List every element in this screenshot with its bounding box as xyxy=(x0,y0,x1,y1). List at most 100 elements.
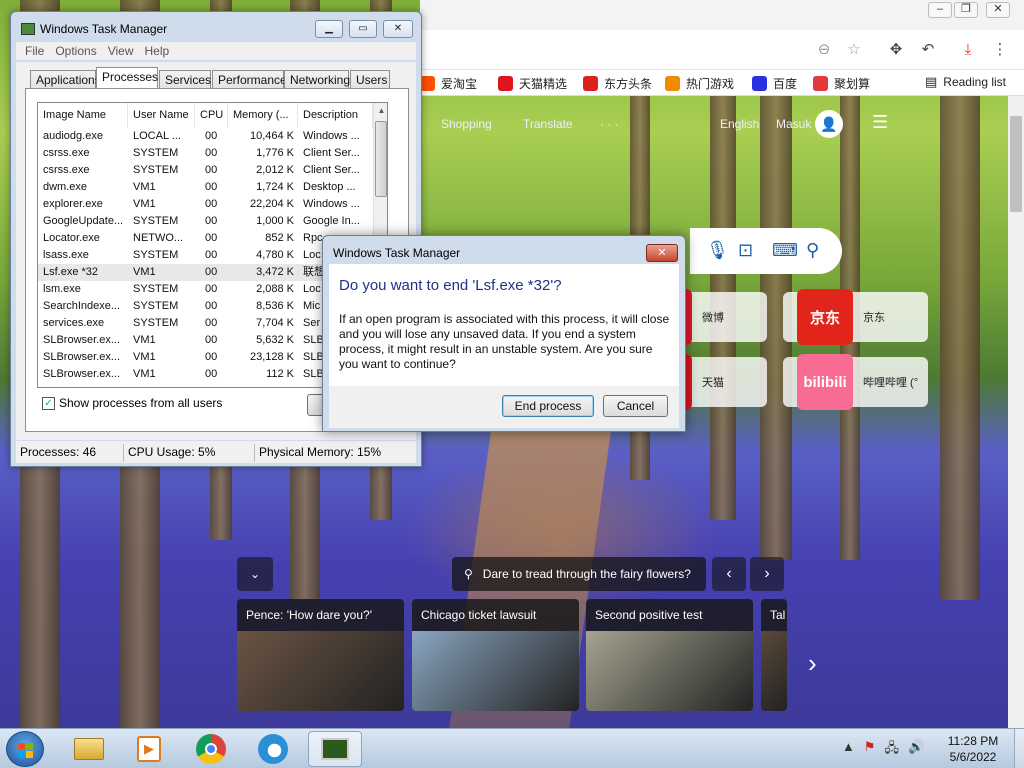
column-header[interactable]: CPU xyxy=(195,103,228,128)
taskbar-edge[interactable] xyxy=(246,731,300,767)
favorite-label: 天猫精选 xyxy=(519,76,568,91)
column-header[interactable]: User Name xyxy=(128,103,195,128)
column-header[interactable]: Memory (... xyxy=(228,103,298,128)
user-name[interactable]: Masuk xyxy=(776,117,811,131)
extensions-icon[interactable]: ✥ xyxy=(886,40,906,60)
tab-applications[interactable]: Applications xyxy=(30,70,101,88)
maximize-button[interactable]: ❐ xyxy=(954,2,978,18)
favorite-link[interactable]: 热门游戏 xyxy=(665,74,734,92)
system-tray: ▲ ⚑ 🖧 🔊 xyxy=(842,739,924,761)
search-icon[interactable]: ⚲ xyxy=(806,240,819,261)
hero-prev-button[interactable]: ‹ xyxy=(712,557,746,591)
column-header[interactable]: Description xyxy=(298,103,373,128)
zoom-icon[interactable]: ⊖ xyxy=(814,40,834,60)
menu-item-help[interactable]: Help xyxy=(145,42,177,60)
news-next-icon[interactable]: › xyxy=(808,648,817,679)
table-scrollbar-thumb[interactable] xyxy=(375,121,387,197)
collapse-feed-button[interactable]: ⌄ xyxy=(237,557,273,591)
show-desktop-button[interactable] xyxy=(1014,729,1024,768)
menu-item-view[interactable]: View xyxy=(108,42,141,60)
browser-scrollbar-thumb[interactable] xyxy=(1010,116,1022,212)
favorite-star-icon[interactable]: ☆ xyxy=(844,40,864,60)
table-cell: services.exe xyxy=(43,317,105,329)
ie-icon xyxy=(258,734,288,764)
start-button[interactable] xyxy=(6,731,44,767)
table-cell: SLBrowser.ex... xyxy=(43,334,121,346)
hamburger-menu-icon[interactable]: ☰ xyxy=(872,112,888,133)
table-row[interactable]: explorer.exe VM1 00 22,204 K Windows ... xyxy=(38,196,373,213)
nav-shopping[interactable]: Shopping xyxy=(441,117,492,131)
undo-icon[interactable]: ↶ xyxy=(918,40,938,60)
tm-close-button[interactable]: ✕ xyxy=(383,20,413,38)
table-row[interactable]: dwm.exe VM1 00 1,724 K Desktop ... xyxy=(38,179,373,196)
hero-caption[interactable]: ⚲ Dare to tread through the fairy flower… xyxy=(452,557,706,591)
news-title: Tal xyxy=(761,599,787,631)
news-card[interactable]: Second positive test xyxy=(586,599,753,711)
favorite-link[interactable]: 爱淘宝 xyxy=(420,74,477,92)
table-cell: 8,536 K xyxy=(256,300,294,312)
dialog-close-button[interactable]: ✕ xyxy=(646,244,678,262)
tab-networking[interactable]: Networking xyxy=(284,70,350,88)
taskbar-chrome[interactable] xyxy=(184,731,238,767)
table-cell: SLBrowser.ex... xyxy=(43,368,121,380)
reading-list-button[interactable]: ▤ Reading list xyxy=(925,74,1006,90)
tab-processes[interactable]: Processes xyxy=(96,67,158,89)
show-all-users-label: Show processes from all users xyxy=(59,396,223,410)
tab-users[interactable]: Users xyxy=(350,70,390,88)
hero-next-button[interactable]: › xyxy=(750,557,784,591)
quick-link-tile[interactable]: 京东 京东 xyxy=(783,289,928,345)
news-card[interactable]: Pence: 'How dare you?' xyxy=(237,599,404,711)
tab-services[interactable]: Services xyxy=(159,70,211,88)
taskbar-media-player[interactable]: ▶ xyxy=(122,731,176,767)
table-row[interactable]: csrss.exe SYSTEM 00 1,776 K Client Ser... xyxy=(38,145,373,162)
show-all-users-checkbox[interactable]: ✓ Show processes from all users xyxy=(42,396,222,410)
media-player-icon: ▶ xyxy=(137,736,161,762)
tm-minimize-button[interactable]: ▁ xyxy=(315,20,343,38)
favorite-link[interactable]: 百度 xyxy=(752,74,797,92)
minimize-button[interactable]: – xyxy=(928,2,952,18)
status-cpu: CPU Usage: 5% xyxy=(123,444,254,462)
cancel-button[interactable]: Cancel xyxy=(603,395,668,417)
favorite-link[interactable]: 天猫精选 xyxy=(498,74,567,92)
taskbar-explorer[interactable] xyxy=(62,731,116,767)
tray-expand-icon[interactable]: ▲ xyxy=(842,739,855,761)
favorite-link[interactable]: 东方头条 xyxy=(583,74,652,92)
clock-date: 5/6/2022 xyxy=(949,750,997,764)
language-link[interactable]: English xyxy=(720,117,759,131)
table-row[interactable]: csrss.exe SYSTEM 00 2,012 K Client Ser... xyxy=(38,162,373,179)
table-row[interactable]: audiodg.exe LOCAL ... 00 10,464 K Windows ..… xyxy=(38,128,373,145)
news-card[interactable]: Chicago ticket lawsuit xyxy=(412,599,579,711)
quick-link-tile[interactable]: bilibili 哔哩哔哩 (° xyxy=(783,354,928,410)
column-header[interactable]: Image Name xyxy=(38,103,128,128)
nav-more[interactable]: · · · xyxy=(600,117,619,131)
avatar[interactable]: 👤 xyxy=(815,110,843,138)
favorite-link[interactable]: 聚划算 xyxy=(813,74,870,92)
microphone-icon[interactable]: 🎙 xyxy=(706,240,729,261)
tm-maximize-button[interactable]: ▭ xyxy=(349,20,377,38)
table-row[interactable]: GoogleUpdate... SYSTEM 00 1,000 K Google In.… xyxy=(38,213,373,230)
tab-performance[interactable]: Performance xyxy=(212,70,287,88)
checkbox-check-icon[interactable]: ✓ xyxy=(42,396,55,410)
search-box[interactable]: 🎙 ⊡ ⌨ ⚲ xyxy=(690,228,842,274)
nav-translate[interactable]: Translate xyxy=(523,117,573,131)
table-cell: csrss.exe xyxy=(43,164,90,176)
camera-search-icon[interactable]: ⊡ xyxy=(738,240,753,261)
end-process-dialog: Windows Task Manager ✕ Do you want to en… xyxy=(322,235,686,432)
menu-item-file[interactable]: File xyxy=(25,42,51,60)
action-center-icon[interactable]: ⚑ xyxy=(864,739,876,761)
window-title: Windows Task Manager xyxy=(21,22,167,36)
end-process-confirm-button[interactable]: End process xyxy=(502,395,594,417)
download-icon[interactable]: ⤓ xyxy=(958,40,978,60)
table-cell: SYSTEM xyxy=(133,283,179,295)
close-button[interactable]: ✕ xyxy=(986,2,1010,18)
news-card[interactable]: Tal xyxy=(761,599,787,711)
clock[interactable]: 11:28 PM 5/6/2022 xyxy=(935,733,1011,765)
network-icon[interactable]: 🖧 xyxy=(885,739,900,761)
more-menu-icon[interactable]: ⋮ xyxy=(990,40,1010,60)
browser-scrollbar[interactable] xyxy=(1008,96,1024,728)
taskbar-task-manager[interactable] xyxy=(308,731,362,767)
keyboard-icon[interactable]: ⌨ xyxy=(772,240,798,261)
scroll-up-icon[interactable]: ▲ xyxy=(374,103,387,119)
menu-item-options[interactable]: Options xyxy=(55,42,103,60)
volume-icon[interactable]: 🔊 xyxy=(908,739,924,761)
